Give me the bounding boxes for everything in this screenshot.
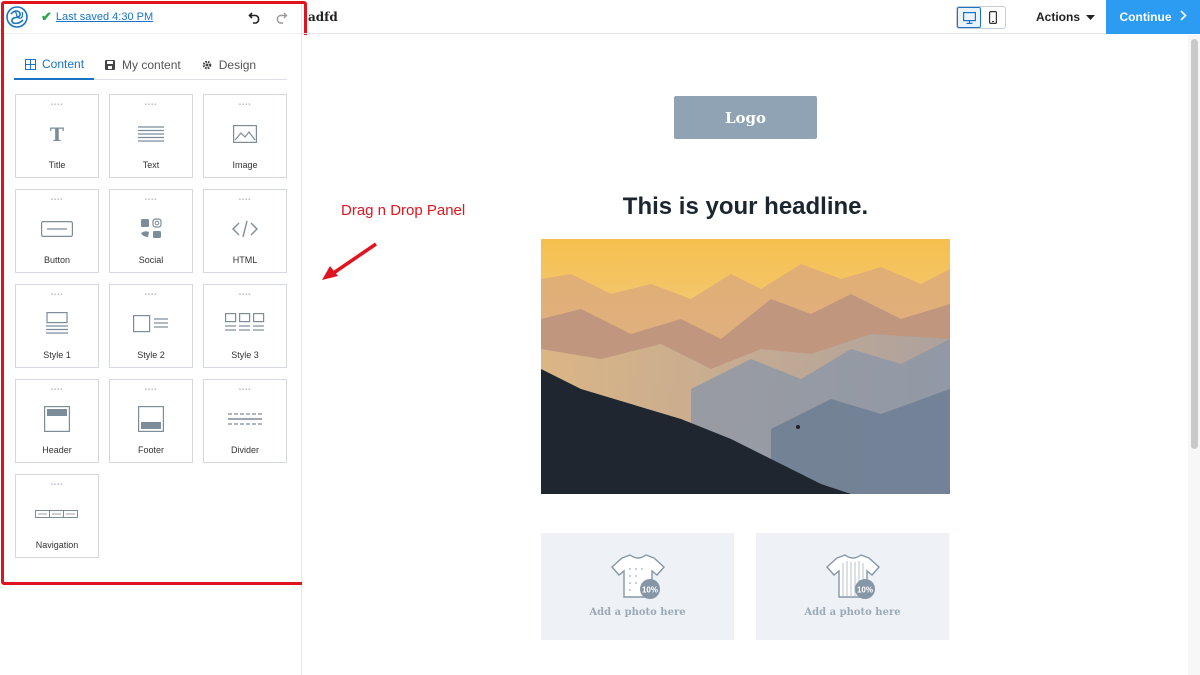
header-icon	[44, 406, 70, 432]
chevron-right-icon	[1179, 10, 1187, 24]
title-icon: T	[47, 121, 67, 147]
email-headline[interactable]: This is your headline.	[541, 193, 950, 221]
drag-handle-icon: ▪▪▪▪	[238, 197, 252, 203]
drag-handle-icon: ▪▪▪▪	[238, 387, 252, 393]
drag-handle-icon: ▪▪▪▪	[50, 387, 64, 393]
drag-handle-icon: ▪▪▪▪	[238, 102, 252, 108]
style1-icon	[46, 311, 68, 337]
block-social[interactable]: ▪▪▪▪ Social	[109, 189, 193, 273]
block-label: Button	[43, 255, 71, 265]
block-style-3[interactable]: ▪▪▪▪ Style 3	[203, 284, 287, 368]
tab-my-content[interactable]: My content	[94, 50, 191, 80]
block-image[interactable]: ▪▪▪▪ Image	[203, 94, 287, 178]
history-controls	[247, 9, 289, 25]
tab-content[interactable]: Content	[14, 50, 95, 80]
drag-handle-icon: ▪▪▪▪	[144, 102, 158, 108]
block-label: Style 1	[43, 350, 71, 360]
drag-handle-icon: ▪▪▪▪	[144, 387, 158, 393]
svg-text:T: T	[50, 124, 64, 144]
photo-placeholder-label: Add a photo here	[804, 607, 901, 618]
annotation-label: Drag n Drop Panel	[341, 202, 466, 219]
drag-handle-icon: ▪▪▪▪	[50, 102, 64, 108]
redo-icon[interactable]	[273, 9, 289, 25]
logo-placeholder[interactable]: Logo	[674, 96, 817, 139]
block-html[interactable]: ▪▪▪▪ HTML	[203, 189, 287, 273]
block-label: Style 2	[137, 350, 165, 360]
grid-icon	[24, 58, 36, 70]
block-label: Footer	[137, 445, 164, 455]
button-icon	[41, 216, 73, 242]
tab-content-label: Content	[42, 57, 85, 71]
drag-handle-icon: ▪▪▪▪	[50, 292, 64, 298]
photo-placeholder[interactable]: 10% Add a photo here	[541, 533, 734, 640]
discount-badge: 10%	[856, 586, 872, 595]
drag-handle-icon: ▪▪▪▪	[50, 482, 64, 488]
actions-label: Actions	[1036, 10, 1081, 24]
save-status[interactable]: ✔ Last saved 4:30 PM	[41, 9, 153, 25]
undo-icon[interactable]	[247, 9, 263, 25]
check-icon: ✔	[41, 8, 52, 24]
continue-label: Continue	[1119, 10, 1172, 24]
tab-design[interactable]: Design	[191, 50, 266, 80]
scrollbar-thumb[interactable]	[1191, 39, 1198, 449]
block-style-1[interactable]: ▪▪▪▪ Style 1	[15, 284, 99, 368]
block-label: Navigation	[35, 540, 79, 550]
block-label: Header	[42, 445, 72, 455]
tab-design-label: Design	[218, 58, 257, 72]
actions-dropdown[interactable]: Actions	[1036, 0, 1096, 34]
style2-icon	[133, 311, 169, 337]
drag-handle-icon: ▪▪▪▪	[238, 292, 252, 298]
tshirt-icon: 10%	[823, 553, 883, 603]
app-logo-icon[interactable]	[6, 5, 28, 28]
block-label: Image	[232, 160, 258, 170]
drag-drop-panel: ✔ Last saved 4:30 PM Content My content …	[0, 0, 302, 675]
content-blocks-grid: ▪▪▪▪ T Title ▪▪▪▪ Text ▪▪▪▪ Image ▪▪▪▪ B…	[15, 94, 287, 558]
navigation-icon	[35, 501, 79, 527]
block-label: Title	[48, 160, 66, 170]
sidebar-tabs: Content My content Design	[14, 50, 287, 80]
caret-down-icon	[1086, 10, 1096, 24]
save-icon	[104, 59, 116, 71]
photo-placeholder-label: Add a photo here	[589, 607, 686, 618]
footer-icon	[138, 406, 164, 432]
block-footer[interactable]: ▪▪▪▪ Footer	[109, 379, 193, 463]
drag-handle-icon: ▪▪▪▪	[50, 197, 64, 203]
block-button[interactable]: ▪▪▪▪ Button	[15, 189, 99, 273]
block-navigation[interactable]: ▪▪▪▪ Navigation	[15, 474, 99, 558]
email-editor: ✔ Last saved 4:30 PM Content My content …	[0, 0, 1200, 675]
html-icon	[232, 216, 258, 242]
text-icon	[138, 121, 164, 147]
block-label: Style 3	[231, 350, 259, 360]
block-text[interactable]: ▪▪▪▪ Text	[109, 94, 193, 178]
mobile-icon[interactable]	[981, 7, 1005, 28]
photo-placeholder[interactable]: 10% Add a photo here	[756, 533, 949, 640]
block-title[interactable]: ▪▪▪▪ T Title	[15, 94, 99, 178]
block-label: HTML	[232, 255, 258, 265]
block-label: Text	[142, 160, 160, 170]
device-toggle	[956, 6, 1006, 29]
tab-my-content-label: My content	[122, 58, 181, 72]
hero-image[interactable]	[541, 239, 950, 494]
block-style-2[interactable]: ▪▪▪▪ Style 2	[109, 284, 193, 368]
drag-handle-icon: ▪▪▪▪	[144, 197, 158, 203]
continue-button[interactable]: Continue	[1106, 0, 1200, 34]
block-header[interactable]: ▪▪▪▪ Header	[15, 379, 99, 463]
image-icon	[233, 121, 257, 147]
desktop-icon[interactable]	[957, 7, 981, 28]
tshirt-icon: 10%	[608, 553, 668, 603]
discount-badge: 10%	[641, 586, 657, 595]
block-divider[interactable]: ▪▪▪▪ Divider	[203, 379, 287, 463]
block-label: Social	[138, 255, 164, 265]
block-label: Divider	[230, 445, 259, 455]
top-toolbar: adfd Actions	[302, 0, 1200, 34]
social-icon	[140, 216, 162, 242]
drag-handle-icon: ▪▪▪▪	[144, 292, 158, 298]
document-title[interactable]: adfd	[308, 10, 338, 24]
style3-icon	[225, 311, 265, 337]
gear-icon	[201, 59, 213, 71]
last-saved-link[interactable]: Last saved 4:30 PM	[56, 11, 153, 23]
annotation-arrow-icon	[322, 242, 377, 280]
sidebar-header: ✔ Last saved 4:30 PM	[0, 0, 301, 34]
divider-icon	[228, 406, 262, 432]
